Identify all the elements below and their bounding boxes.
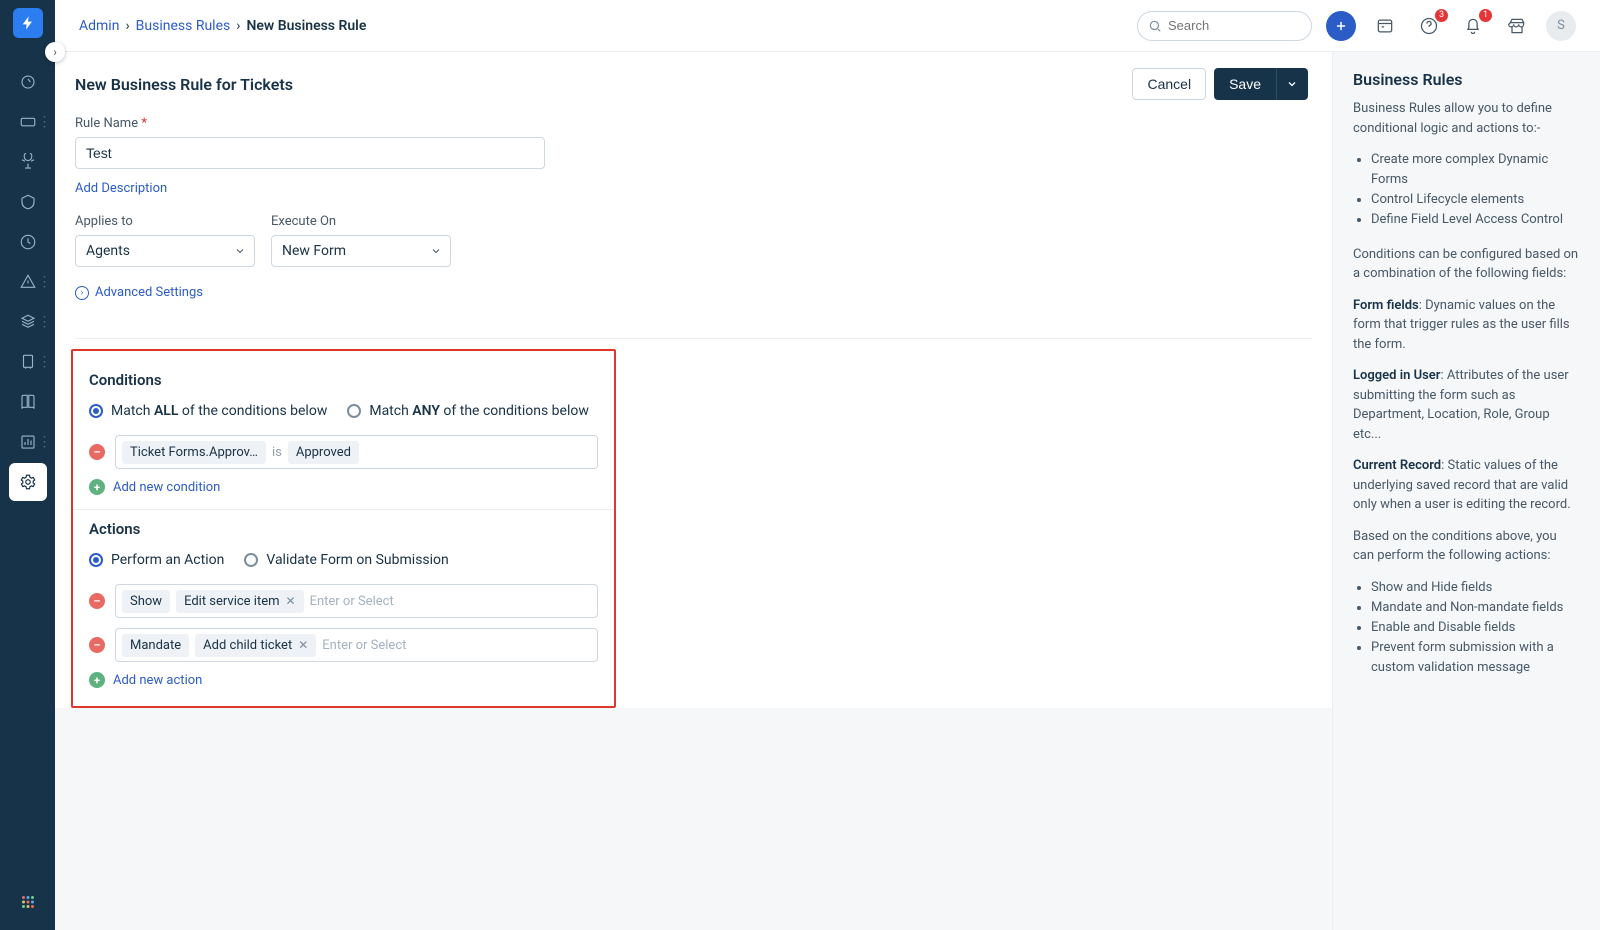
execute-on-value: New Form — [282, 243, 346, 259]
remove-action-icon[interactable]: – — [89, 637, 105, 653]
help-cond-intro: Conditions can be configured based on a … — [1353, 245, 1580, 284]
breadcrumb: Admin › Business Rules › New Business Ru… — [79, 18, 366, 34]
chevron-down-icon — [234, 245, 246, 257]
search-icon — [1148, 19, 1162, 33]
action-placeholder: Enter or Select — [322, 638, 406, 653]
applies-to-select[interactable]: Agents — [75, 235, 255, 267]
nav-dashboard-icon[interactable] — [9, 63, 47, 101]
remove-action-icon[interactable]: – — [89, 593, 105, 609]
applies-to-value: Agents — [86, 243, 130, 259]
help-bullet: Define Field Level Access Control — [1371, 210, 1580, 230]
breadcrumb-current: New Business Rule — [246, 18, 366, 34]
advanced-settings-toggle[interactable]: › Advanced Settings — [75, 285, 1312, 300]
nav-reports-icon[interactable]: ⋮ — [9, 423, 47, 461]
conditions-title: Conditions — [89, 371, 598, 389]
nav-contracts-icon[interactable]: ⋮ — [9, 343, 47, 381]
rule-name-input[interactable] — [75, 137, 545, 169]
breadcrumb-business-rules[interactable]: Business Rules — [136, 18, 231, 34]
nav-admin-icon[interactable] — [9, 463, 47, 501]
action-target-chip[interactable]: Add child ticket✕ — [195, 634, 316, 657]
help-title: Business Rules — [1353, 70, 1580, 89]
inbox-icon[interactable] — [1370, 11, 1400, 41]
nav-alerts-icon[interactable]: ⋮ — [9, 263, 47, 301]
action-input-2[interactable]: Mandate Add child ticket✕ Enter or Selec… — [115, 628, 598, 662]
avatar[interactable]: S — [1546, 11, 1576, 41]
action-target-chip[interactable]: Edit service item✕ — [176, 590, 304, 613]
search-input-wrapper[interactable] — [1137, 11, 1312, 41]
rule-name-label: Rule Name * — [75, 116, 1312, 131]
nav-tickets-icon[interactable]: ⋮ — [9, 103, 47, 141]
chevron-down-icon — [430, 245, 442, 257]
action-verb-chip: Mandate — [122, 634, 189, 657]
add-description-link[interactable]: Add Description — [75, 181, 167, 196]
help-bullet: Prevent form submission with a custom va… — [1371, 638, 1580, 678]
condition-value-chip: Approved — [288, 441, 359, 464]
help-bullet: Control Lifecycle elements — [1371, 190, 1580, 210]
save-button[interactable]: Save — [1214, 68, 1276, 100]
actions-title: Actions — [89, 520, 598, 538]
action-input-1[interactable]: Show Edit service item✕ Enter or Select — [115, 584, 598, 618]
cancel-button[interactable]: Cancel — [1132, 68, 1206, 100]
marketplace-icon[interactable] — [1502, 11, 1532, 41]
execute-on-label: Execute On — [271, 214, 451, 229]
match-any-radio[interactable]: Match ANY of the conditions below — [347, 403, 589, 419]
help-actions-intro: Based on the conditions above, you can p… — [1353, 527, 1580, 566]
execute-on-select[interactable]: New Form — [271, 235, 451, 267]
help-bullet: Show and Hide fields — [1371, 578, 1580, 598]
help-badge: 3 — [1435, 9, 1448, 22]
nav-changes-icon[interactable] — [9, 183, 47, 221]
nav-expand-toggle[interactable]: › — [45, 42, 65, 62]
help-panel: Business Rules Business Rules allow you … — [1332, 52, 1600, 930]
validate-form-radio[interactable]: Validate Form on Submission — [244, 552, 448, 568]
app-logo[interactable] — [13, 8, 43, 38]
match-all-radio[interactable]: Match ALL of the conditions below — [89, 403, 327, 419]
action-verb-chip: Show — [122, 590, 170, 613]
search-input[interactable] — [1168, 18, 1344, 33]
bell-badge: 1 — [1479, 9, 1492, 22]
help-current-record: Current Record: Static values of the und… — [1353, 456, 1580, 515]
help-logged-user: Logged in User: Attributes of the user s… — [1353, 366, 1580, 444]
breadcrumb-admin[interactable]: Admin — [79, 18, 119, 34]
add-action-link[interactable]: Add new action — [113, 673, 202, 688]
close-icon[interactable]: ✕ — [298, 638, 308, 652]
perform-action-radio[interactable]: Perform an Action — [89, 552, 224, 568]
applies-to-label: Applies to — [75, 214, 255, 229]
chevron-right-icon: › — [75, 286, 89, 300]
help-bullet: Enable and Disable fields — [1371, 618, 1580, 638]
close-icon[interactable]: ✕ — [286, 594, 296, 608]
add-condition-link[interactable]: Add new condition — [113, 480, 220, 495]
nav-apps-icon[interactable] — [9, 883, 47, 921]
nav-solutions-icon[interactable] — [9, 383, 47, 421]
new-button[interactable] — [1326, 11, 1356, 41]
action-placeholder: Enter or Select — [310, 594, 394, 609]
add-condition-icon[interactable]: + — [89, 479, 105, 495]
condition-input[interactable]: Ticket Forms.Approv… is Approved — [115, 435, 598, 469]
help-bullet: Mandate and Non-mandate fields — [1371, 598, 1580, 618]
remove-condition-icon[interactable]: – — [89, 444, 105, 460]
save-dropdown-button[interactable] — [1276, 68, 1308, 100]
condition-op: is — [272, 445, 282, 460]
help-bullet: Create more complex Dynamic Forms — [1371, 150, 1580, 190]
add-action-icon[interactable]: + — [89, 672, 105, 688]
nav-assets-icon[interactable]: ⋮ — [9, 303, 47, 341]
page-title: New Business Rule for Tickets — [75, 75, 293, 94]
help-intro: Business Rules allow you to define condi… — [1353, 99, 1580, 138]
nav-problems-icon[interactable] — [9, 143, 47, 181]
condition-field-chip: Ticket Forms.Approv… — [122, 441, 266, 464]
nav-releases-icon[interactable] — [9, 223, 47, 261]
bell-icon[interactable]: 1 — [1458, 11, 1488, 41]
help-form-fields: Form fields: Dynamic values on the form … — [1353, 296, 1580, 355]
help-icon[interactable]: 3 — [1414, 11, 1444, 41]
